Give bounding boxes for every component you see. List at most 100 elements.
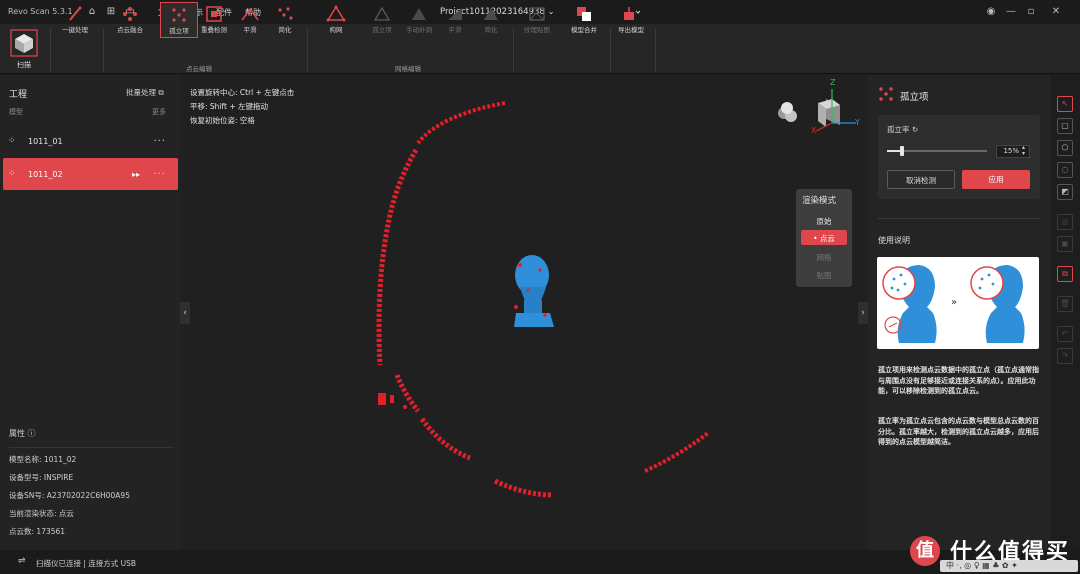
smooth-button[interactable]: 平滑 — [231, 2, 269, 38]
cancel-detection-button[interactable]: 取消检测 — [887, 170, 955, 189]
bust-model — [514, 255, 554, 327]
isolated-points-ring — [376, 101, 710, 498]
pointcloud-arc — [416, 101, 506, 145]
attr-value: INSPIRE — [43, 473, 74, 482]
redo-icon[interactable]: ↷ — [1057, 348, 1073, 364]
refresh-icon[interactable]: ↻ — [912, 125, 918, 134]
render-option-pointcloud-text: 点云 — [819, 234, 835, 243]
attributes-title: 属性 ⓘ — [9, 428, 36, 439]
magic-wand-icon — [69, 6, 82, 21]
overlap-check-button[interactable]: 重叠检测 — [195, 2, 233, 38]
collapse-left-icon[interactable]: ‹ — [180, 302, 190, 324]
fill-holes-icon — [412, 8, 426, 20]
collapse-right-icon[interactable]: › — [858, 302, 868, 324]
minimize-icon[interactable]: — — [1004, 5, 1018, 19]
select-cursor-icon[interactable]: ↖ — [1057, 96, 1073, 112]
axis-gizmo[interactable] — [778, 89, 856, 132]
divider — [50, 28, 51, 72]
simplify-button[interactable]: 简化 — [266, 2, 304, 38]
lasso-select-icon[interactable]: ◌ — [1057, 162, 1073, 178]
close-icon[interactable]: ✕ — [1049, 5, 1063, 19]
user-avatar-icon[interactable]: ◉ — [984, 5, 998, 19]
attr-device-model: 设备型号: INSPIRE — [9, 472, 73, 483]
isolate-button[interactable]: 孤立项 — [160, 2, 198, 38]
axis-y-label: Y — [855, 118, 860, 127]
batch-process-button[interactable]: 批量处理 ⧉ — [126, 87, 164, 98]
play-icon[interactable]: ▸▸ — [132, 170, 140, 179]
polygon-select-icon[interactable]: ⬠ — [1057, 140, 1073, 156]
one-click-label: 一键处理 — [62, 26, 88, 34]
delete-icon[interactable]: 🗑 — [1057, 296, 1073, 312]
mesh-isolate-button[interactable]: 孤立项 — [363, 2, 401, 38]
render-option-pointcloud[interactable]: • 点云 — [796, 233, 852, 244]
attributes-title-text: 属性 — [9, 429, 25, 438]
view-preset-icon[interactable] — [781, 102, 793, 114]
overlap-icon — [206, 6, 222, 22]
one-click-button[interactable]: 一键处理 — [56, 2, 94, 38]
export-button[interactable]: 导出模型 — [612, 2, 650, 38]
divider — [9, 447, 174, 448]
pointcloud-arc — [394, 374, 420, 413]
scan-button[interactable]: 扫描 — [2, 24, 46, 74]
rect-select-icon[interactable]: ▢ — [1057, 118, 1073, 134]
mesh-smooth-icon — [448, 8, 462, 20]
mesh-button[interactable]: 构网 — [317, 2, 355, 38]
fusion-label: 点云融合 — [117, 26, 143, 34]
group-label-mesh: 网格编辑 — [395, 65, 421, 73]
invert-select-icon[interactable]: ◩ — [1057, 184, 1073, 200]
attr-label: 设备SN号: — [9, 491, 45, 500]
attr-value: 1011_02 — [43, 455, 77, 464]
pointcloud-cluster — [390, 395, 394, 403]
pointcloud-fusion-button[interactable]: 点云融合 — [111, 2, 149, 38]
more-options-icon[interactable]: ··· — [153, 136, 166, 147]
pointcloud-icon: ⁘ — [8, 136, 16, 146]
scan-cube-icon — [10, 29, 38, 57]
divider — [655, 28, 656, 72]
isolate-icon — [879, 87, 893, 101]
mesh-simplify-button[interactable]: 简化 — [472, 2, 510, 38]
texture-button[interactable]: 纹理贴图 — [518, 2, 556, 38]
maximize-icon[interactable]: ▫ — [1024, 5, 1038, 19]
simplify-icon — [278, 7, 293, 20]
fusion-icon — [123, 7, 137, 21]
mesh-simplify-label: 简化 — [484, 26, 498, 34]
attr-label: 当前渲染状态: — [9, 509, 57, 518]
render-mode-title: 渲染模式 — [802, 196, 837, 206]
fill-holes-button[interactable]: 手动补洞 — [400, 2, 438, 38]
mesh-simplify-icon — [484, 8, 498, 20]
export-label: 导出模型 — [618, 26, 644, 34]
deselect-icon[interactable]: ▣ — [1057, 236, 1073, 252]
usage-illustration: » — [877, 257, 1039, 349]
slider-handle[interactable] — [900, 146, 904, 156]
model-item-1011-01[interactable]: ⁘ 1011_01 ··· — [3, 125, 178, 157]
undo-icon[interactable]: ↶ — [1057, 326, 1073, 342]
merge-icon — [577, 7, 591, 21]
overlap-label: 重叠检测 — [201, 26, 227, 34]
pointcloud-cluster — [378, 393, 386, 405]
render-option-raw[interactable]: 原始 — [796, 216, 852, 227]
attr-value: 点云 — [58, 509, 74, 518]
scene-canvas — [376, 89, 856, 498]
isolate-rate-label: 孤立率 ↻ — [887, 124, 918, 135]
smooth-label: 平滑 — [243, 26, 257, 34]
mesh-smooth-button[interactable]: 平滑 — [436, 2, 474, 38]
apply-button[interactable]: 应用 — [962, 170, 1030, 189]
attr-label: 模型名称: — [9, 455, 42, 464]
render-mode-panel: 渲染模式 原始 • 点云 网格 贴图 — [796, 189, 852, 287]
copy-selection-icon[interactable]: ⧉ — [1057, 266, 1073, 282]
render-option-texture[interactable]: 贴图 — [796, 270, 852, 281]
more-options-icon[interactable]: ··· — [153, 169, 166, 180]
connection-status: 扫描仪已连接 | 连接方式 USB — [36, 559, 137, 568]
pointcloud-point — [403, 405, 407, 409]
stepper-icon[interactable]: ▴ ▾ — [1022, 145, 1025, 157]
more-link[interactable]: 更多 — [152, 107, 166, 117]
model-item-1011-02[interactable]: ⁘ 1011_02 ▸▸ ··· — [3, 158, 178, 190]
pointcloud-arc — [376, 148, 419, 366]
axis-x-label: X — [811, 126, 817, 135]
merge-button[interactable]: 模型合并 — [565, 2, 603, 38]
project-title: 工程 — [9, 90, 28, 100]
mesh-icon — [326, 5, 346, 22]
select-all-icon[interactable]: ◎ — [1057, 214, 1073, 230]
render-option-mesh[interactable]: 网格 — [796, 252, 852, 263]
attr-label: 设备型号: — [9, 473, 42, 482]
